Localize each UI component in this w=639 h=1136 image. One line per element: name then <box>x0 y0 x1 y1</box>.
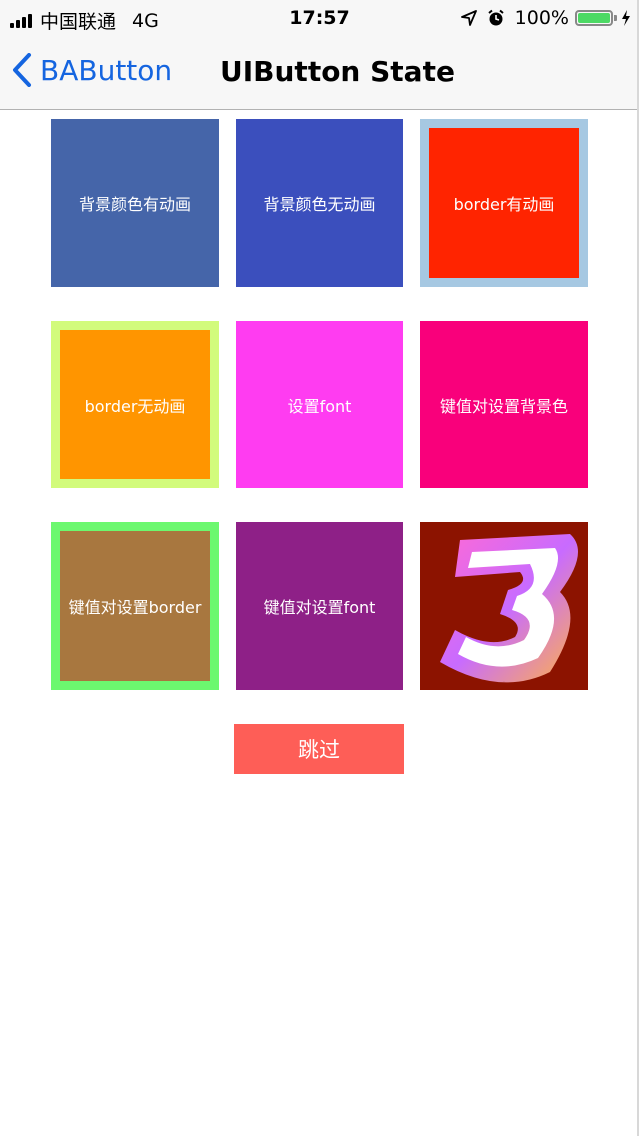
set-font-button[interactable]: 设置font <box>236 321 403 488</box>
number-three-image: 3 <box>440 534 578 683</box>
back-button-label: BAButton <box>40 53 173 87</box>
chevron-left-icon <box>13 53 31 87</box>
keyvalue-background-color-button[interactable]: 键值对设置背景色 <box>420 321 588 488</box>
back-button[interactable]: BAButton <box>12 53 172 87</box>
battery-icon <box>575 10 613 26</box>
battery-percent: 100% <box>514 7 569 29</box>
tile-label: border无动画 <box>84 396 186 416</box>
border-no-animation-button[interactable]: border无动画 <box>51 321 219 488</box>
background-color-animated-button[interactable]: 背景颜色有动画 <box>51 119 219 287</box>
alarm-icon <box>488 9 504 26</box>
keyvalue-border-button[interactable]: 键值对设置border <box>51 522 219 690</box>
skip-button[interactable]: 跳过 <box>234 724 404 774</box>
skip-button-label: 跳过 <box>298 738 340 762</box>
tile-label: 背景颜色有动画 <box>78 195 191 214</box>
background-color-no-animation-button[interactable]: 背景颜色无动画 <box>236 119 403 287</box>
keyvalue-font-button[interactable]: 键值对设置font <box>236 522 403 690</box>
navigation-bar: BAButton UIButton State <box>0 36 639 110</box>
tile-label: 设置font <box>287 396 352 416</box>
tile-label: 背景颜色无动画 <box>263 195 376 214</box>
charging-icon <box>622 10 630 26</box>
tile-label: 键值对设置font <box>263 598 376 617</box>
tile-label: 键值对设置背景色 <box>439 396 568 416</box>
tile-label: 键值对设置border <box>68 598 202 617</box>
border-animated-button[interactable]: border有动画 <box>420 119 588 287</box>
location-icon <box>460 10 477 26</box>
page-title: UIButton State <box>220 55 455 88</box>
status-bar: 中国联通 4G 17:57 100% <box>0 0 639 36</box>
image-button[interactable]: 3 <box>420 522 588 690</box>
tile-label: border有动画 <box>453 195 555 214</box>
